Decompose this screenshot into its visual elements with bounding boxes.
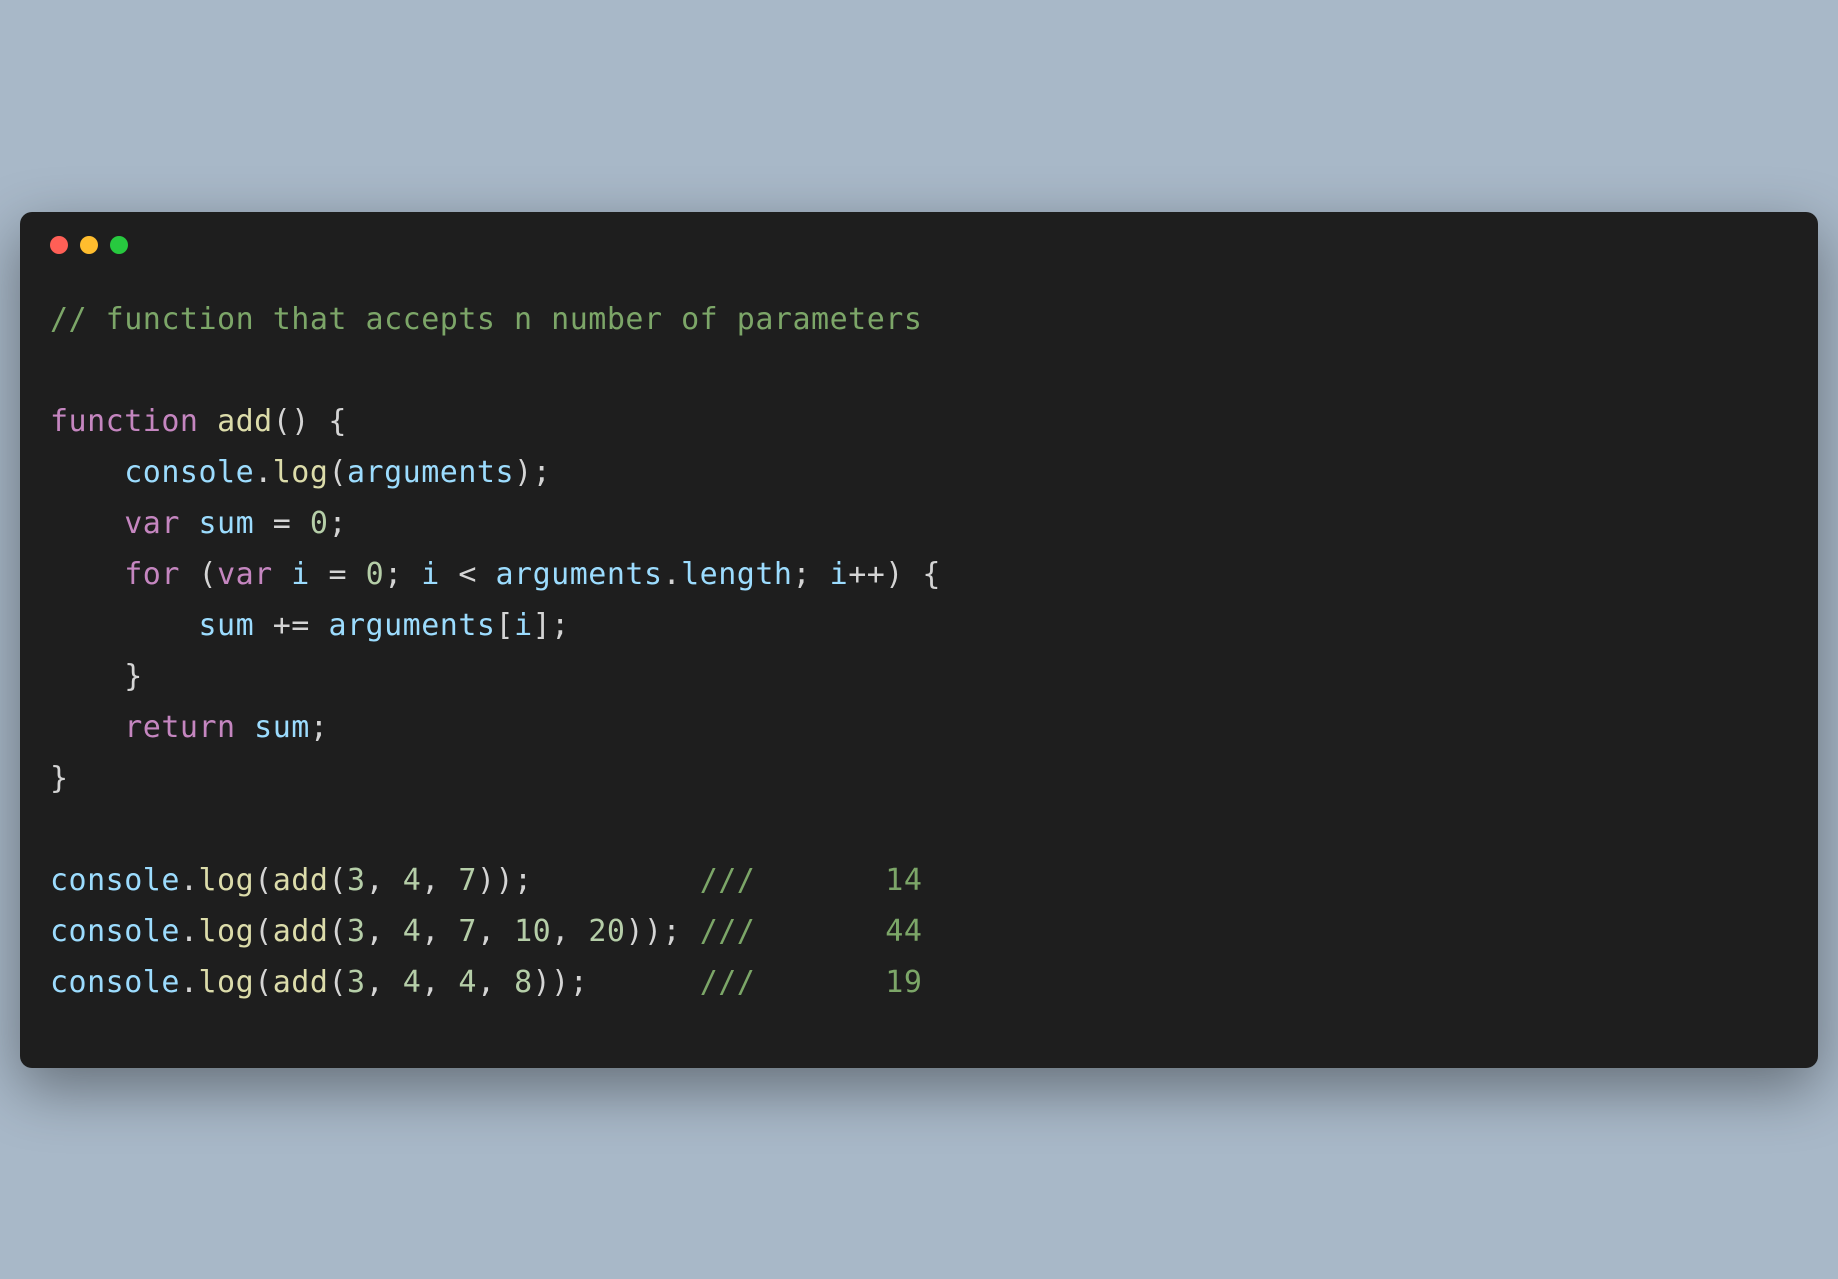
identifier-sum: sum [199, 608, 273, 643]
log-method: log [199, 914, 255, 949]
dot: . [180, 914, 199, 949]
comma: , [477, 965, 514, 1000]
keyword-return: return [124, 710, 235, 745]
minimize-button[interactable] [80, 236, 98, 254]
number-literal: 0 [310, 506, 329, 541]
operator-assign: = [328, 557, 365, 592]
console-object: console [124, 455, 254, 490]
indent [50, 659, 124, 694]
paren-open: ( [254, 914, 273, 949]
brace-close: } [50, 761, 69, 796]
number-literal: 0 [366, 557, 385, 592]
increment-brace: ++) { [848, 557, 941, 592]
comma: , [366, 914, 403, 949]
identifier-sum: sum [180, 506, 273, 541]
console-object: console [50, 965, 180, 1000]
number-literal: 4 [403, 914, 422, 949]
indent [50, 608, 199, 643]
operator-pluseq: += [273, 608, 329, 643]
code-comment: /// 19 [700, 965, 923, 1000]
code-editor[interactable]: // function that accepts n number of par… [50, 294, 1788, 1008]
semicolon: ; [384, 557, 421, 592]
indent [50, 710, 124, 745]
arguments-identifier: arguments [496, 557, 663, 592]
semicolon: ; [310, 710, 329, 745]
paren-close: )); [625, 914, 699, 949]
brace-close: } [124, 659, 143, 694]
console-object: console [50, 863, 180, 898]
number-literal: 10 [514, 914, 551, 949]
number-literal: 7 [458, 863, 477, 898]
dot: . [180, 863, 199, 898]
punctuation: () [273, 404, 310, 439]
code-comment: /// 14 [700, 863, 923, 898]
paren-open: ( [328, 965, 347, 1000]
semicolon: ; [328, 506, 347, 541]
paren-open: ( [180, 557, 217, 592]
comma: , [421, 914, 458, 949]
number-literal: 20 [588, 914, 625, 949]
close-button[interactable] [50, 236, 68, 254]
length-property: length [681, 557, 792, 592]
identifier-sum: sum [236, 710, 310, 745]
terminal-window: // function that accepts n number of par… [20, 212, 1818, 1068]
number-literal: 3 [347, 914, 366, 949]
code-comment: // function that accepts n number of par… [50, 302, 922, 337]
code-comment: /// 44 [700, 914, 923, 949]
arguments-identifier: arguments [347, 455, 514, 490]
function-name: add [217, 404, 273, 439]
arguments-identifier: arguments [328, 608, 495, 643]
comma: , [421, 863, 458, 898]
number-literal: 4 [403, 863, 422, 898]
dot: . [254, 455, 273, 490]
paren-open: ( [254, 863, 273, 898]
keyword-var: var [217, 557, 273, 592]
paren-close: ); [514, 455, 551, 490]
brace: { [310, 404, 347, 439]
log-method: log [199, 863, 255, 898]
keyword-var: var [124, 506, 180, 541]
function-call: add [273, 965, 329, 1000]
bracket-open: [ [496, 608, 515, 643]
function-call: add [273, 914, 329, 949]
log-method: log [273, 455, 329, 490]
number-literal: 4 [458, 965, 477, 1000]
identifier-i: i [514, 608, 533, 643]
paren-open: ( [328, 863, 347, 898]
number-literal: 3 [347, 965, 366, 1000]
keyword-for: for [124, 557, 180, 592]
operator-lt: < [458, 557, 495, 592]
paren-open: ( [328, 455, 347, 490]
comma: , [366, 965, 403, 1000]
comma: , [366, 863, 403, 898]
operator-assign: = [273, 506, 310, 541]
indent [50, 455, 124, 490]
comma: , [477, 914, 514, 949]
console-object: console [50, 914, 180, 949]
log-method: log [199, 965, 255, 1000]
number-literal: 3 [347, 863, 366, 898]
identifier-i: i [830, 557, 849, 592]
paren-open: ( [328, 914, 347, 949]
function-call: add [273, 863, 329, 898]
window-controls [50, 236, 1788, 254]
number-literal: 4 [403, 965, 422, 1000]
dot: . [180, 965, 199, 1000]
number-literal: 8 [514, 965, 533, 1000]
keyword-function: function [50, 404, 199, 439]
comma: , [421, 965, 458, 1000]
identifier-i: i [273, 557, 329, 592]
paren-close: )); [477, 863, 700, 898]
identifier-i: i [421, 557, 458, 592]
paren-close: )); [533, 965, 700, 1000]
dot: . [663, 557, 682, 592]
paren-open: ( [254, 965, 273, 1000]
number-literal: 7 [458, 914, 477, 949]
maximize-button[interactable] [110, 236, 128, 254]
semicolon: ; [793, 557, 830, 592]
indent [50, 557, 124, 592]
comma: , [551, 914, 588, 949]
bracket-close: ]; [533, 608, 570, 643]
indent [50, 506, 124, 541]
